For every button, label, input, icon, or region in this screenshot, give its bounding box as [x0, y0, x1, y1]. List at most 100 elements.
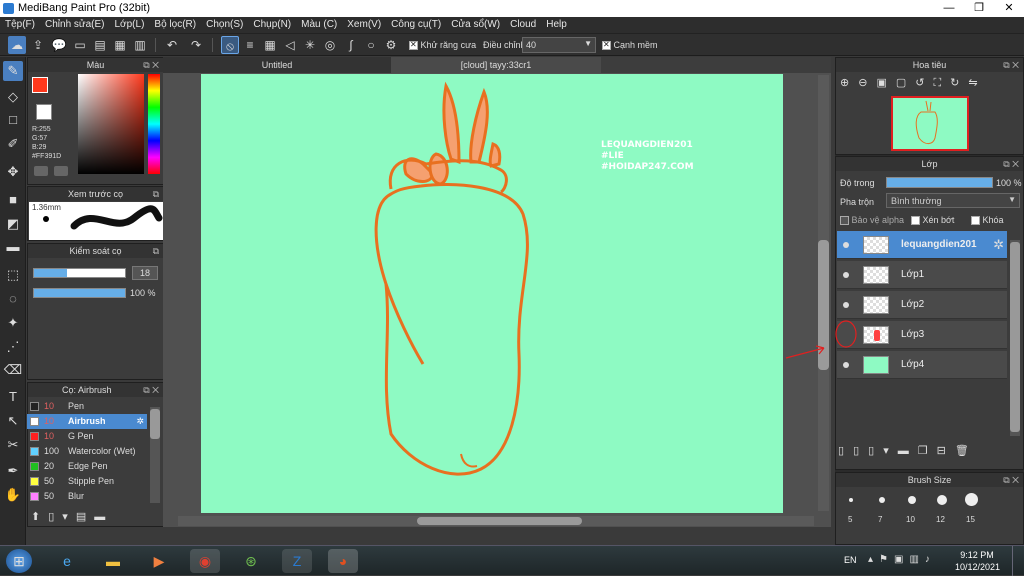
fill-rect-tool-icon[interactable]: ■ [3, 190, 23, 210]
menu-snap[interactable]: Chụp(N) [248, 17, 296, 32]
fit-window-icon[interactable]: ⛶ [933, 77, 950, 89]
select-rect-icon[interactable]: ⬚ [3, 265, 23, 285]
antialias-checkbox[interactable] [409, 40, 418, 51]
size-dot[interactable] [879, 497, 885, 503]
menu-file[interactable]: Tệp(F) [0, 17, 40, 32]
radial-snap-icon[interactable]: ✳ [301, 36, 319, 54]
divide-tool-icon[interactable]: ✂ [3, 435, 23, 455]
menu-color[interactable]: Màu (C) [296, 17, 342, 32]
blend-mode-dropdown[interactable]: Bình thường ▼ [886, 193, 1020, 208]
lock-option[interactable]: Khóa [971, 215, 1004, 226]
transparent-swatch[interactable] [36, 104, 52, 120]
adjust-dropdown[interactable]: 40 ▼ [522, 37, 596, 53]
undo-icon[interactable]: ↶ [163, 36, 181, 54]
circle-snap-icon[interactable]: ○ [362, 36, 380, 54]
add-brush-icon[interactable]: ⬆ [31, 511, 48, 523]
show-desktop-button[interactable] [1012, 546, 1024, 576]
panel-popout-icon[interactable]: ⧉ [153, 244, 159, 258]
size-dot[interactable] [937, 495, 947, 505]
start-button[interactable]: ⊞ [6, 549, 32, 573]
layer-row-selected[interactable]: lequangdien201 ✲ [837, 231, 1007, 259]
menu-tools[interactable]: Công cụ(T) [386, 17, 446, 32]
layer-row[interactable]: Lớp1 [837, 261, 1007, 289]
move-tool-icon[interactable]: ✥ [3, 162, 23, 182]
select-eraser-icon[interactable]: ⌫ [3, 360, 23, 380]
lock-checkbox[interactable] [971, 216, 980, 226]
eraser-tool-icon[interactable]: ◇ [3, 87, 23, 107]
medibang-icon[interactable]: ◕ [328, 549, 358, 573]
dot-tool-icon[interactable]: ✐ [3, 134, 23, 154]
clip-option[interactable]: Xén bớt [911, 215, 954, 226]
tablet-icon[interactable]: ▭ [71, 36, 89, 54]
horizontal-scroll-thumb[interactable] [417, 517, 582, 525]
layer-row[interactable]: Lớp2 [837, 291, 1007, 319]
list-item[interactable]: 100 Watercolor (Wet) [27, 444, 147, 459]
new-8bit-layer-icon[interactable]: ▯ [868, 445, 883, 457]
clip-checkbox[interactable] [911, 216, 920, 226]
palette-button[interactable] [34, 166, 48, 176]
eye-icon[interactable] [843, 272, 849, 278]
list-item[interactable]: 20 Edge Pen [27, 459, 147, 474]
rotate-left-icon[interactable]: ↺ [915, 77, 933, 89]
media-player-icon[interactable]: ▶ [144, 549, 174, 573]
antialias-option[interactable]: Khử răng cưa [409, 40, 476, 51]
list-item[interactable]: 10 G Pen [27, 429, 147, 444]
operation-tool-icon[interactable]: ↖ [3, 411, 23, 431]
panel-popout-icon[interactable]: ⧉ ✕ [1003, 58, 1019, 72]
primary-color-swatch[interactable] [32, 77, 48, 93]
share-icon[interactable]: ⇪ [29, 36, 47, 54]
network-icon[interactable]: ▥ [909, 554, 924, 565]
comment-icon[interactable]: 💬 [50, 36, 68, 54]
brush-tool-icon[interactable]: ✎ [3, 61, 23, 81]
tab-cloud-doc[interactable]: [cloud] tayy:33cr1 [391, 57, 601, 73]
eye-icon[interactable] [843, 242, 849, 248]
select-pen-icon[interactable]: ⋰ [3, 337, 23, 357]
brush-folder-icon[interactable]: ▬ [94, 511, 113, 523]
navigator-thumbnail[interactable] [891, 96, 969, 151]
magic-wand-icon[interactable]: ✦ [3, 313, 23, 333]
list-item[interactable]: 50 Stipple Pen [27, 474, 147, 489]
flip-icon[interactable]: ⇋ [968, 77, 986, 89]
maximize-button[interactable]: ❐ [964, 0, 994, 17]
menu-layer[interactable]: Lớp(L) [110, 17, 150, 32]
actual-size-icon[interactable]: ▢ [896, 77, 915, 89]
layer-opacity-slider[interactable] [886, 177, 993, 188]
panel-popout-icon[interactable]: ⧉ ✕ [143, 58, 159, 72]
bucket-tool-icon[interactable]: ◩ [3, 214, 23, 234]
snap-settings-icon[interactable]: ⚙ [382, 36, 400, 54]
hand-tool-icon[interactable]: ✋ [3, 485, 23, 505]
folder-icon[interactable]: ▬ [898, 445, 918, 457]
minimize-button[interactable]: — [934, 0, 964, 17]
rotate-right-icon[interactable]: ↻ [950, 77, 968, 89]
panel-popout-icon[interactable]: ⧉ ✕ [143, 383, 159, 397]
lasso-icon[interactable]: ◌ [3, 289, 23, 309]
close-button[interactable]: ✕ [994, 0, 1024, 17]
menu-view[interactable]: Xem(V) [342, 17, 386, 32]
concentric-snap-icon[interactable]: ◎ [321, 36, 339, 54]
explorer-icon[interactable]: ▬ [98, 549, 128, 573]
app-tray-icon[interactable]: ▣ [894, 554, 909, 565]
menu-cloud[interactable]: Cloud [505, 17, 541, 32]
new-brush-icon[interactable]: ▯ [48, 511, 62, 523]
flag-icon[interactable]: ⚑ [879, 554, 894, 565]
menu-edit[interactable]: Chỉnh sửa(E) [40, 17, 110, 32]
tray-arrow-icon[interactable]: ▴ [868, 554, 879, 565]
tab-untitled[interactable]: Untitled [163, 57, 391, 73]
vanishing-snap-icon[interactable]: ◁ [281, 36, 299, 54]
new-halftone-layer-icon[interactable]: ▯ [853, 445, 868, 457]
menu-select[interactable]: Chọn(S) [201, 17, 248, 32]
grid-icon[interactable]: ▦ [111, 36, 129, 54]
redo-icon[interactable]: ↷ [187, 36, 205, 54]
gear-icon[interactable]: ✲ [993, 237, 1004, 253]
fit-icon[interactable]: ▣ [876, 77, 895, 89]
menu-help[interactable]: Help [541, 17, 572, 32]
chrome-icon[interactable]: ◉ [190, 549, 220, 573]
snap-off-icon[interactable]: ⦸ [221, 36, 239, 54]
language-indicator[interactable]: EN [844, 555, 857, 565]
palette-button-2[interactable] [54, 166, 68, 176]
soft-edge-checkbox[interactable] [602, 40, 611, 51]
panel-popout-icon[interactable]: ⧉ ✕ [1003, 157, 1019, 171]
zoom-out-icon[interactable]: ⊖ [858, 77, 876, 89]
size-dot[interactable] [908, 496, 916, 504]
gradient-tool-icon[interactable]: ▬ [3, 237, 23, 257]
